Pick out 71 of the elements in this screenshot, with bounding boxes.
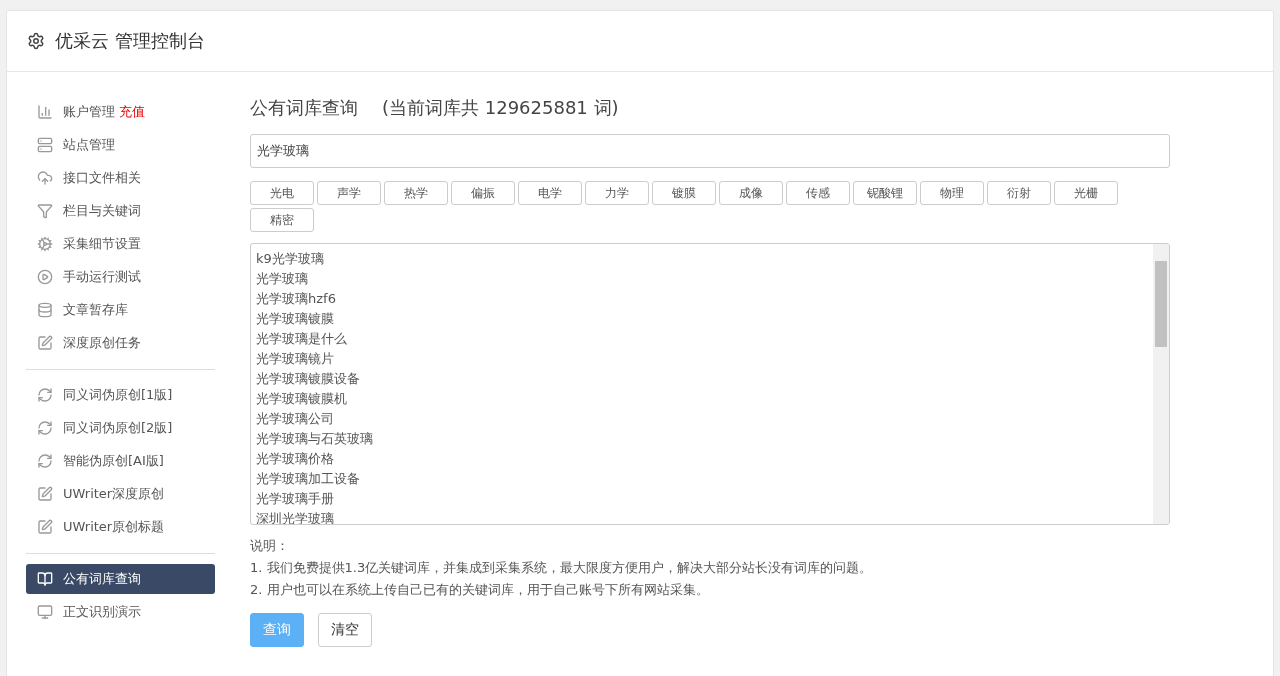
scrollbar[interactable]: [1153, 244, 1169, 524]
sidebar-item[interactable]: 手动运行测试: [26, 262, 215, 292]
monitor-icon: [37, 604, 53, 620]
tag-button[interactable]: 物理: [920, 181, 984, 205]
bar-chart-icon: [37, 104, 53, 120]
result-item[interactable]: 光学玻璃hzf6: [256, 289, 1149, 309]
results-list[interactable]: k9光学玻璃 光学玻璃 光学玻璃hzf6 光学玻璃镀膜 光学玻璃是什么 光学玻璃镜片 光学玻璃镀膜设备 光学玻璃镀膜机 光学玻璃公司 光学玻璃与石英玻璃 光学玻璃价格 光学玻璃加工设备 光学玻璃手册 深圳光学玻璃: [250, 243, 1170, 525]
sidebar-item[interactable]: 账户管理 充值: [26, 97, 215, 127]
clear-button[interactable]: 清空: [318, 613, 372, 647]
result-item[interactable]: k9光学玻璃: [256, 249, 1149, 269]
tag-button[interactable]: 精密: [250, 208, 314, 232]
filter-icon: [37, 203, 53, 219]
result-item[interactable]: 光学玻璃手册: [256, 489, 1149, 509]
refresh-icon: [37, 387, 53, 403]
sidebar-item[interactable]: UWriter深度原创: [26, 479, 215, 509]
tag-button[interactable]: 力学: [585, 181, 649, 205]
edit-icon: [37, 335, 53, 351]
result-item[interactable]: 光学玻璃镀膜设备: [256, 369, 1149, 389]
tag-button[interactable]: 偏振: [451, 181, 515, 205]
edit-icon: [37, 486, 53, 502]
tag-button[interactable]: 铌酸锂: [853, 181, 917, 205]
sidebar-item[interactable]: 栏目与关键词: [26, 196, 215, 226]
tag-button[interactable]: 光栅: [1054, 181, 1118, 205]
sidebar-item-label: 账户管理: [63, 103, 115, 121]
server-icon: [37, 137, 53, 153]
console-title: 优采云 管理控制台: [55, 29, 205, 53]
play-icon: [37, 269, 53, 285]
page-title: 公有词库查询: [250, 96, 358, 120]
word-count-note: (当前词库共 129625881 词): [382, 96, 619, 120]
tag-button[interactable]: 镀膜: [652, 181, 716, 205]
sidebar-item[interactable]: 站点管理: [26, 130, 215, 160]
result-item[interactable]: 光学玻璃: [256, 269, 1149, 289]
tag-button[interactable]: 衍射: [987, 181, 1051, 205]
tag-button[interactable]: 光电: [250, 181, 314, 205]
tag-button[interactable]: 热学: [384, 181, 448, 205]
sidebar-item[interactable]: 接口文件相关: [26, 163, 215, 193]
sidebar-item[interactable]: 采集细节设置: [26, 229, 215, 259]
refresh-icon: [37, 453, 53, 469]
tag-button[interactable]: 成像: [719, 181, 783, 205]
result-item[interactable]: 光学玻璃价格: [256, 449, 1149, 469]
result-item[interactable]: 光学玻璃与石英玻璃: [256, 429, 1149, 449]
sidebar-item[interactable]: 同义词伪原创[1版]: [26, 380, 215, 410]
sidebar-item[interactable]: 公有词库查询: [26, 564, 215, 594]
result-item[interactable]: 光学玻璃镀膜: [256, 309, 1149, 329]
tag-button[interactable]: 传感: [786, 181, 850, 205]
database-icon: [37, 302, 53, 318]
result-item[interactable]: 深圳光学玻璃: [256, 509, 1149, 524]
cloud-upload-icon: [37, 170, 53, 186]
edit-icon: [37, 519, 53, 535]
result-item[interactable]: 光学玻璃是什么: [256, 329, 1149, 349]
sidebar-item[interactable]: 同义词伪原创[2版]: [26, 413, 215, 443]
note-text: 2. 用户也可以在系统上传自己已有的关键词库，用于自己账号下所有网站采集。: [250, 581, 710, 599]
notes-title: 说明：: [250, 537, 290, 555]
result-item[interactable]: 光学玻璃加工设备: [256, 469, 1149, 489]
settings-icon: [27, 32, 45, 50]
tag-button[interactable]: 电学: [518, 181, 582, 205]
sidebar-item[interactable]: 正文识别演示: [26, 597, 215, 627]
sidebar-item[interactable]: 深度原创任务: [26, 328, 215, 358]
result-item[interactable]: 光学玻璃公司: [256, 409, 1149, 429]
gears-icon: [37, 236, 53, 252]
book-icon: [37, 571, 53, 587]
note-text: 1. 我们免费提供1.3亿关键词库，并集成到采集系统，最大限度方便用户，解决大部分站长没有词库的问题。: [250, 559, 874, 577]
sidebar-item[interactable]: 文章暂存库: [26, 295, 215, 325]
result-item[interactable]: 光学玻璃镀膜机: [256, 389, 1149, 409]
sidebar-item[interactable]: 智能伪原创[AI版]: [26, 446, 215, 476]
result-item[interactable]: 光学玻璃镜片: [256, 349, 1149, 369]
tag-button[interactable]: 声学: [317, 181, 381, 205]
recharge-link[interactable]: 充值: [119, 103, 145, 121]
sidebar-item[interactable]: UWriter原创标题: [26, 512, 215, 542]
search-field[interactable]: 光学玻璃: [250, 134, 1170, 168]
refresh-icon: [37, 420, 53, 436]
